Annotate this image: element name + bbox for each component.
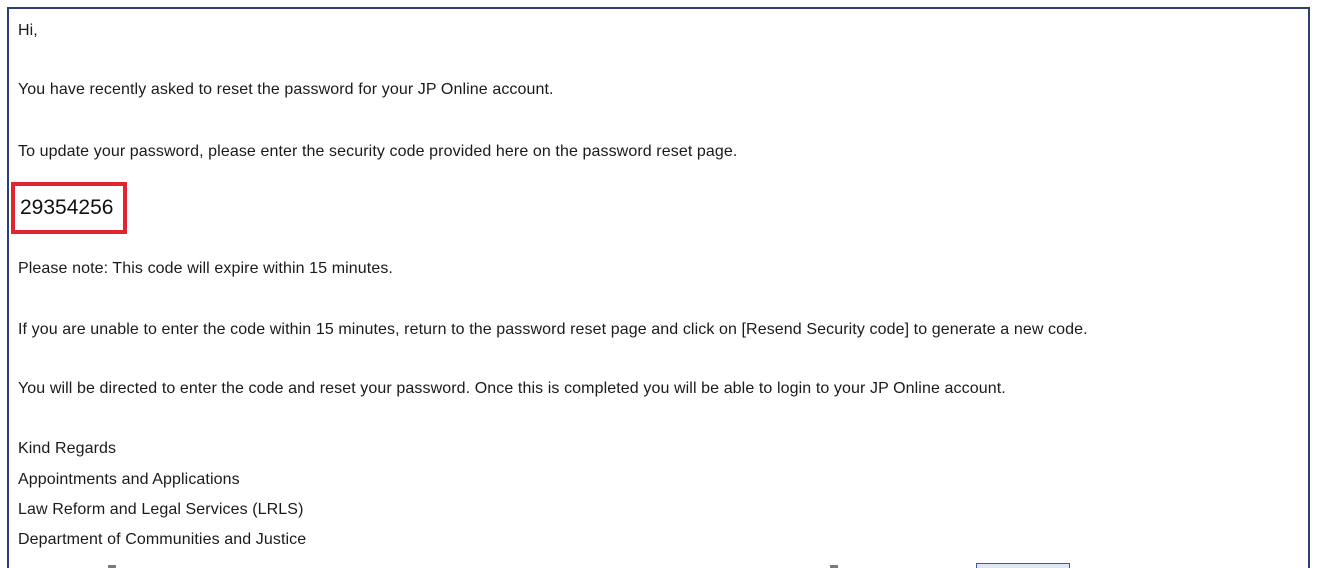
greeting: Hi, <box>18 22 38 39</box>
paragraph-request: You have recently asked to reset the pas… <box>18 81 554 98</box>
paragraph-resend: If you are unable to enter the code with… <box>18 321 1088 338</box>
signature-closing: Kind Regards <box>18 440 117 457</box>
security-code: 29354256 <box>20 196 114 219</box>
security-code-highlight: 29354256 <box>11 182 127 234</box>
signature-line-2: Law Reform and Legal Services (LRLS) <box>18 501 304 518</box>
signature-line-1: Appointments and Applications <box>18 471 240 488</box>
cropped-footer <box>0 562 1317 568</box>
paragraph-expiry: Please note: This code will expire withi… <box>18 260 393 277</box>
email-body: Hi, You have recently asked to reset the… <box>7 7 1310 568</box>
signature-line-3: Department of Communities and Justice <box>18 531 307 548</box>
cropped-button-edge <box>976 563 1070 568</box>
paragraph-directed: You will be directed to enter the code a… <box>18 380 1006 397</box>
paragraph-instruction: To update your password, please enter th… <box>18 143 738 160</box>
